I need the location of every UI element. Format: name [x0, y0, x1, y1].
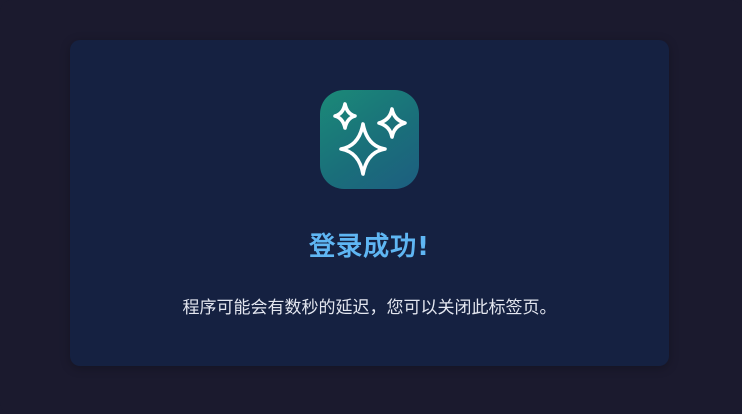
- window: 登录成功! 程序可能会有数秒的延迟，您可以关闭此标签页。: [0, 0, 742, 414]
- sparkles-icon: [320, 90, 419, 189]
- success-card: 登录成功! 程序可能会有数秒的延迟，您可以关闭此标签页。: [70, 40, 669, 366]
- success-title: 登录成功!: [309, 232, 430, 262]
- success-message: 程序可能会有数秒的延迟，您可以关闭此标签页。: [182, 298, 557, 318]
